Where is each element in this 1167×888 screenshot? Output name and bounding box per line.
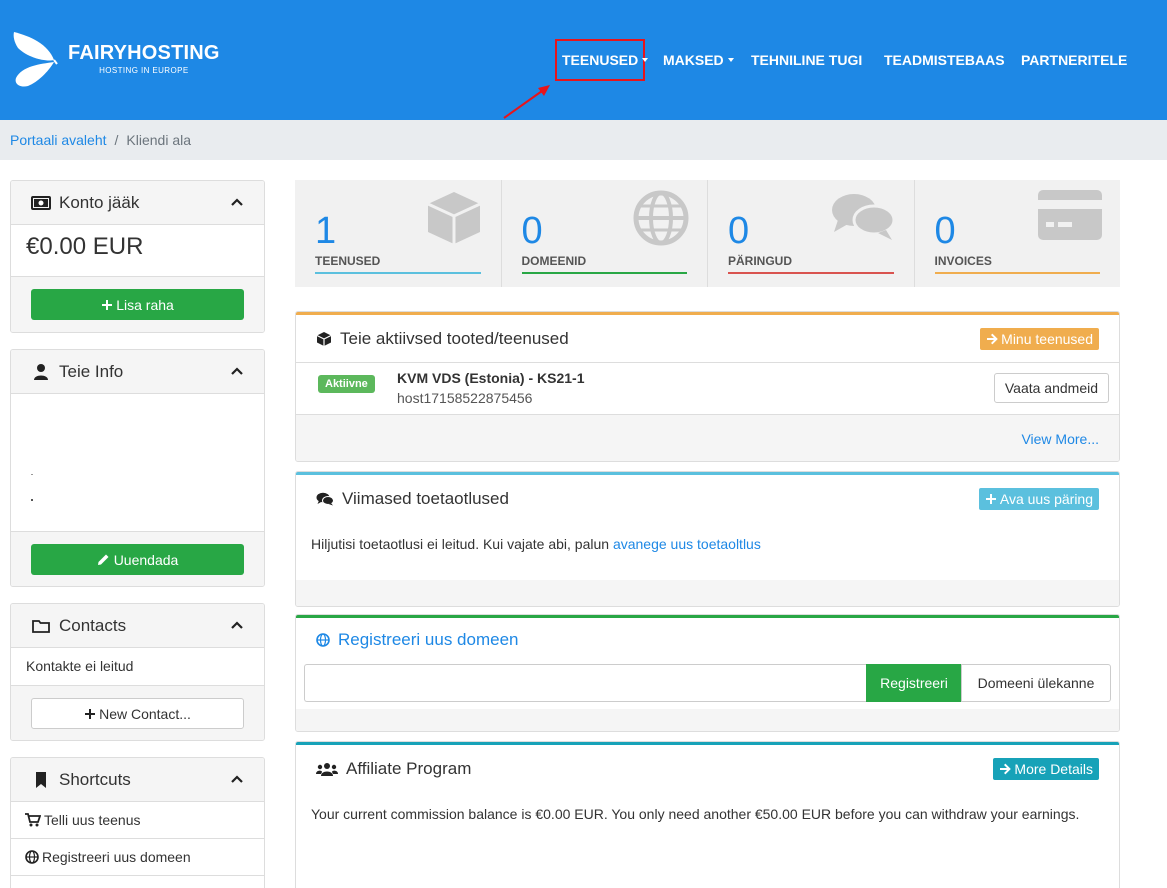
stat-domains[interactable]: 0 DOMEENID	[502, 180, 708, 287]
service-row[interactable]: Aktiivne KVM VDS (Estonia) - KS21-1 host…	[296, 363, 1119, 415]
nav-partneritele[interactable]: PARTNERITELE	[1021, 52, 1127, 68]
globe-icon	[633, 190, 689, 246]
stat-invoices[interactable]: 0 INVOICES	[915, 180, 1121, 287]
nav-tehniline-tugi[interactable]: TEHNILINE TUGI	[751, 52, 862, 68]
folder-icon	[32, 619, 50, 633]
affiliate-panel: Affiliate Program More Details Your curr…	[295, 741, 1120, 888]
register-domain-button[interactable]: Registreeri	[866, 664, 962, 702]
service-name: KVM VDS (Estonia) - KS21-1	[397, 370, 585, 386]
active-products-panel: Teie aktiivsed tooted/teenused Minu teen…	[295, 311, 1120, 462]
tickets-empty-message: Hiljutisi toetaotlusi ei leitud. Kui vaj…	[311, 536, 761, 552]
shortcut-register-domain[interactable]: Registreeri uus domeen	[11, 839, 264, 876]
cart-icon	[25, 813, 41, 827]
globe-icon	[316, 633, 330, 647]
logo[interactable]: FAIRYHOSTING HOSTING IN EUROPE	[10, 28, 220, 90]
stat-tickets[interactable]: 0 PÄRINGUD	[708, 180, 915, 287]
transfer-domain-button[interactable]: Domeeni ülekanne	[961, 664, 1111, 702]
register-domain-panel: Registreeri uus domeen Registreeri Domee…	[295, 614, 1120, 732]
chevron-up-icon[interactable]	[230, 195, 244, 209]
breadcrumb-current: Kliendi ala	[126, 132, 192, 148]
stat-underline	[934, 272, 1100, 274]
users-icon	[316, 763, 338, 776]
contacts-panel: Contacts Kontakte ei leitud New Contact.…	[10, 603, 265, 741]
money-bill-icon	[31, 195, 51, 210]
arrow-right-icon	[1000, 763, 1012, 775]
cube-icon	[426, 192, 481, 244]
stat-label: DOMEENID	[521, 254, 587, 268]
plus-icon	[85, 708, 96, 719]
affiliate-header: Affiliate Program More Details	[296, 745, 1119, 793]
plus-icon	[985, 494, 996, 504]
open-new-ticket-button[interactable]: Ava uus päring	[978, 488, 1099, 510]
open-ticket-link[interactable]: avanege uus toetaoltlus	[613, 536, 761, 552]
recent-tickets-panel: Viimased toetaotlused Ava uus päring Hil…	[295, 471, 1120, 607]
shortcuts-panel: Shortcuts Telli uus teenus Registreeri u…	[10, 757, 265, 888]
globe-icon	[25, 850, 39, 864]
comments-icon	[831, 194, 895, 240]
chevron-down-icon	[727, 58, 734, 62]
info-panel: Teie Info Uuendada	[10, 349, 265, 587]
brand-name: FAIRYHOSTING	[68, 42, 220, 64]
shortcuts-panel-header[interactable]: Shortcuts	[11, 758, 264, 802]
butterfly-logo-icon	[13, 32, 58, 87]
service-hostname: host17158522875456	[397, 390, 533, 406]
contacts-empty-text: Kontakte ei leitud	[26, 658, 134, 674]
header: FAIRYHOSTING HOSTING IN EUROPE TEENUSED …	[0, 0, 1167, 120]
add-funds-button[interactable]: Lisa raha	[31, 289, 244, 320]
nav-maksed[interactable]: MAKSED	[663, 52, 734, 68]
stat-underline	[315, 272, 481, 274]
chevron-up-icon[interactable]	[230, 772, 244, 786]
plus-icon	[102, 299, 113, 310]
chevron-up-icon[interactable]	[230, 364, 244, 378]
cube-icon	[316, 331, 332, 346]
stats-bar: 1 TEENUSED 0 DOMEENID 0 PÄRINGUD 0 INVOI…	[295, 180, 1120, 287]
info-panel-header[interactable]: Teie Info	[11, 350, 264, 394]
view-more-link[interactable]: View More...	[1021, 431, 1099, 447]
stat-label: TEENUSED	[315, 254, 381, 268]
affiliate-message: Your current commission balance is €0.00…	[311, 806, 1080, 822]
view-details-button[interactable]: Vaata andmeid	[993, 373, 1109, 403]
nav-teenused[interactable]: TEENUSED	[562, 52, 649, 68]
stat-label: INVOICES	[934, 254, 992, 268]
stat-underline	[521, 272, 687, 274]
balance-panel: Konto jääk €0.00 EUR Lisa raha	[10, 180, 265, 333]
pencil-icon	[97, 554, 109, 565]
balance-panel-header[interactable]: Konto jääk	[11, 181, 264, 225]
active-products-header: Teie aktiivsed tooted/teenused Minu teen…	[296, 315, 1119, 363]
stat-services[interactable]: 1 TEENUSED	[295, 180, 502, 287]
update-info-button[interactable]: Uuendada	[31, 544, 244, 575]
arrow-right-icon	[987, 333, 998, 345]
new-contact-button[interactable]: New Contact...	[31, 698, 244, 729]
bookmark-icon	[36, 771, 46, 788]
annotation-arrow-icon	[503, 85, 550, 119]
status-badge: Aktiivne	[318, 375, 375, 393]
my-services-button[interactable]: Minu teenused	[980, 328, 1099, 350]
register-domain-header: Registreeri uus domeen	[296, 618, 1119, 662]
domain-search-input[interactable]	[304, 664, 867, 702]
stat-value: 0	[934, 210, 956, 252]
more-details-button[interactable]: More Details	[993, 758, 1099, 780]
breadcrumb: Portaali avaleht / Kliendi ala	[0, 120, 1167, 160]
balance-amount: €0.00 EUR	[11, 225, 264, 277]
credit-card-icon	[1038, 190, 1102, 240]
breadcrumb-home-link[interactable]: Portaali avaleht	[10, 132, 107, 148]
stat-underline	[728, 272, 894, 274]
stat-value: 0	[728, 210, 750, 252]
recent-tickets-header: Viimased toetaotlused Ava uus päring	[296, 475, 1119, 523]
comments-icon	[316, 492, 334, 506]
brand-tagline: HOSTING IN EUROPE	[99, 66, 189, 75]
stat-value: 1	[315, 210, 337, 252]
chevron-up-icon[interactable]	[230, 618, 244, 632]
contacts-panel-header[interactable]: Contacts	[11, 604, 264, 648]
shortcut-order-service[interactable]: Telli uus teenus	[11, 802, 264, 839]
stat-value: 0	[521, 210, 543, 252]
chevron-down-icon	[642, 58, 649, 62]
info-body	[11, 394, 264, 531]
nav-teadmistebaas[interactable]: TEADMISTEBAAS	[884, 52, 1005, 68]
stat-label: PÄRINGUD	[728, 254, 793, 268]
user-icon	[34, 363, 48, 380]
